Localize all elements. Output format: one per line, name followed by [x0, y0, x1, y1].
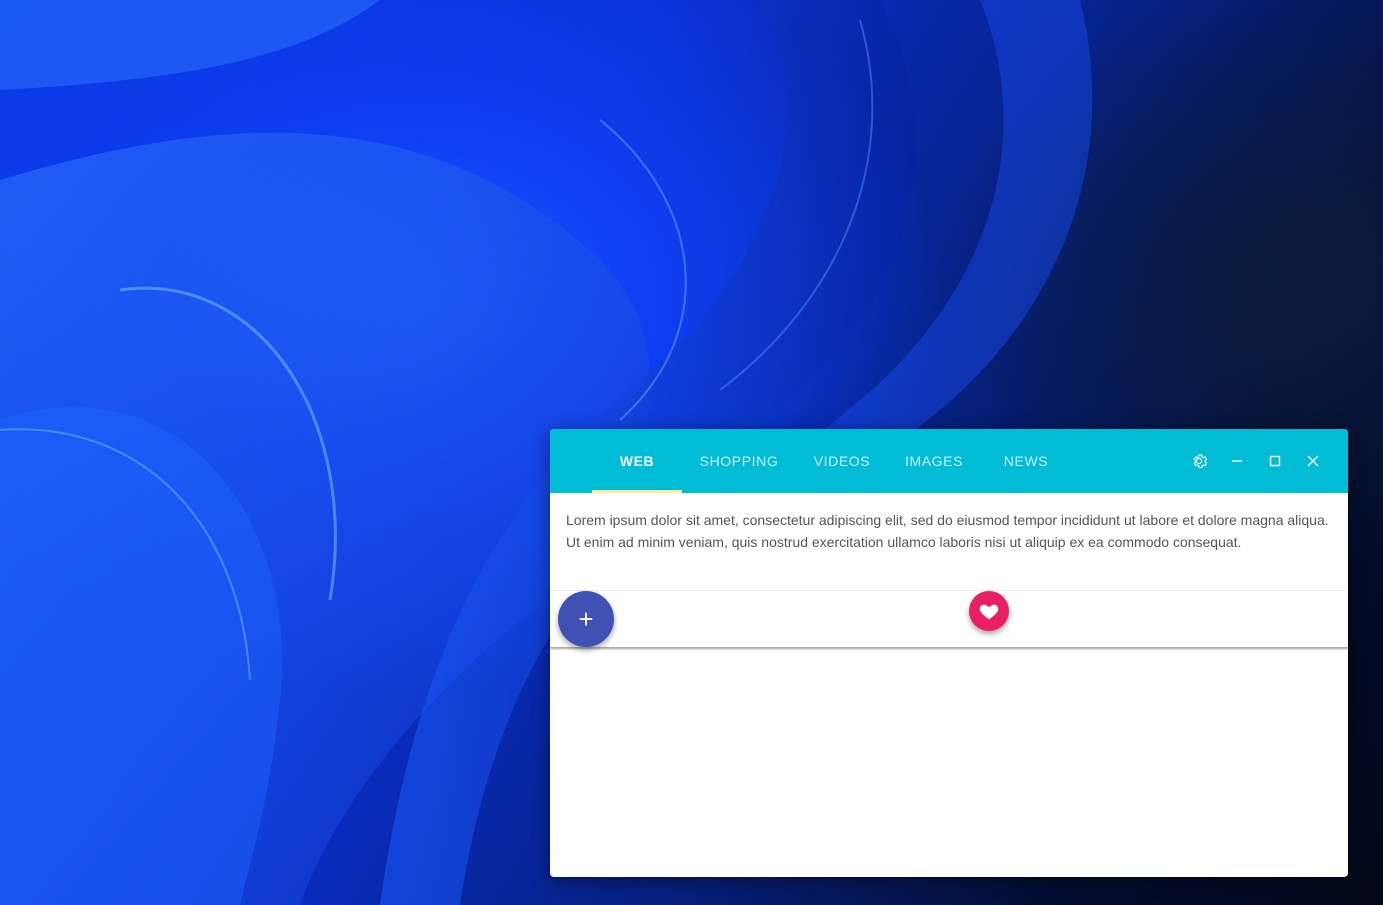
tab-videos[interactable]: VIDEOS — [802, 429, 882, 493]
plus-icon: + — [578, 603, 594, 634]
add-button[interactable]: + — [558, 591, 614, 647]
title-bar: WEB SHOPPING VIDEOS IMAGES NEWS — [550, 429, 1348, 493]
content-paragraph: Lorem ipsum dolor sit amet, consectetur … — [566, 512, 1329, 550]
tab-shopping[interactable]: SHOPPING — [690, 429, 788, 493]
favorite-button[interactable] — [969, 591, 1009, 631]
tab-news[interactable]: NEWS — [990, 429, 1062, 493]
maximize-button[interactable] — [1261, 447, 1289, 475]
active-tab-indicator — [592, 490, 682, 493]
gear-icon — [1193, 454, 1208, 469]
action-strip — [550, 591, 1348, 647]
app-window: WEB SHOPPING VIDEOS IMAGES NEWS Lorem ip… — [550, 429, 1348, 877]
tab-images[interactable]: IMAGES — [894, 429, 974, 493]
close-button[interactable] — [1299, 447, 1327, 475]
maximize-icon — [1269, 455, 1281, 467]
settings-button[interactable] — [1185, 447, 1213, 475]
minimize-button[interactable] — [1223, 447, 1251, 475]
close-icon — [1307, 455, 1319, 467]
minimize-icon — [1232, 460, 1242, 462]
tab-web[interactable]: WEB — [592, 429, 682, 493]
heart-icon — [979, 604, 999, 620]
